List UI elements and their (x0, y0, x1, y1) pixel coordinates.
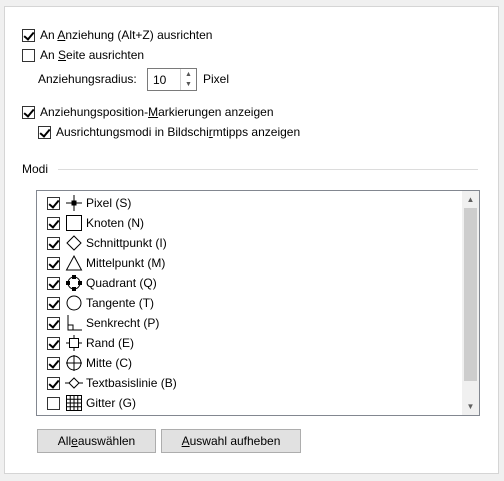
mode-item-perpendicular[interactable]: Senkrecht (P) (47, 314, 159, 332)
select-all-button[interactable]: All e auswählen (37, 429, 156, 453)
mode-intersection-checkbox[interactable] (47, 236, 60, 250)
mode-item-text-baseline[interactable]: Textbasislinie (B) (47, 374, 177, 392)
snap-radius-spinner[interactable]: 10 ▲ ▼ (147, 68, 197, 91)
modes-section-title: Modi (22, 162, 49, 176)
spinner-up-icon[interactable]: ▲ (181, 69, 196, 79)
pixel-icon (65, 194, 83, 212)
mode-edge-label: Rand (E) (86, 336, 135, 350)
deselect-all-button[interactable]: Auswahl aufheben (161, 429, 301, 453)
mode-edge-checkbox[interactable] (47, 336, 60, 350)
mode-item-grid[interactable]: Gitter (G) (47, 394, 136, 412)
mode-item-pixel[interactable]: Pixel (S) (47, 194, 131, 212)
midpoint-icon (65, 254, 83, 272)
mode-grid-label: Gitter (G) (86, 396, 136, 410)
section-divider (58, 169, 478, 170)
mode-item-midpoint[interactable]: Mittelpunkt (M) (47, 254, 165, 272)
mode-intersection-label: Schnittpunkt (I) (86, 236, 167, 250)
mode-item-tangent[interactable]: Tangente (T) (47, 294, 154, 312)
snap-radius-unit: Pixel (203, 72, 230, 86)
modes-list-scrollbar[interactable]: ▲ ▼ (462, 191, 479, 415)
mode-perpendicular-checkbox[interactable] (47, 316, 60, 330)
mode-pixel-checkbox[interactable] (47, 196, 60, 210)
center-icon (65, 354, 83, 372)
grid-icon (65, 394, 83, 412)
snap-to-page-label: An Seite ausrichten (40, 48, 145, 62)
edge-icon (65, 334, 83, 352)
mode-node-label: Knoten (N) (86, 216, 145, 230)
show-markers-option[interactable]: Anziehungsposition-Markierungen anzeigen (22, 105, 274, 119)
mode-center-checkbox[interactable] (47, 356, 60, 370)
mode-tangent-checkbox[interactable] (47, 296, 60, 310)
snap-radius-value[interactable]: 10 (153, 73, 166, 87)
scroll-up-icon[interactable]: ▲ (462, 191, 479, 208)
scroll-down-icon[interactable]: ▼ (462, 398, 479, 415)
mode-pixel-label: Pixel (S) (86, 196, 132, 210)
snap-radius-label: Anziehungsradius: (38, 72, 137, 86)
tangent-icon (65, 294, 83, 312)
spinner-down-icon[interactable]: ▼ (181, 79, 196, 89)
mode-item-edge[interactable]: Rand (E) (47, 334, 134, 352)
modes-list[interactable]: Pixel (S) Knoten (N) Schnittpunkt (I) Mi… (36, 190, 480, 416)
mode-node-checkbox[interactable] (47, 216, 60, 230)
snap-to-page-option[interactable]: An Seite ausrichten (22, 48, 144, 62)
mode-item-node[interactable]: Knoten (N) (47, 214, 144, 232)
mode-perpendicular-label: Senkrecht (P) (86, 316, 160, 330)
show-markers-label: Anziehungsposition-Markierungen anzeigen (40, 105, 274, 119)
mode-tangent-label: Tangente (T) (86, 296, 155, 310)
intersection-icon (65, 234, 83, 252)
mode-item-center[interactable]: Mitte (C) (47, 354, 132, 372)
mode-item-quadrant[interactable]: Quadrant (Q) (47, 274, 157, 292)
snap-to-object-option[interactable]: An Anziehung (Alt+Z) ausrichten (22, 28, 212, 42)
quadrant-icon (65, 274, 83, 292)
snap-to-object-label: An Anziehung (Alt+Z) ausrichten (40, 28, 213, 42)
mode-item-intersection[interactable]: Schnittpunkt (I) (47, 234, 167, 252)
snap-to-object-checkbox[interactable] (22, 28, 35, 42)
mode-midpoint-checkbox[interactable] (47, 256, 60, 270)
scrollbar-thumb[interactable] (464, 208, 477, 381)
node-icon (65, 214, 83, 232)
perpendicular-icon (65, 314, 83, 332)
show-markers-checkbox[interactable] (22, 105, 35, 119)
mode-center-label: Mitte (C) (86, 356, 132, 370)
show-tooltips-option[interactable]: Ausrichtungsmodi in Bildschirmtipps anze… (38, 125, 300, 139)
mode-quadrant-label: Quadrant (Q) (86, 276, 157, 290)
snap-to-page-checkbox[interactable] (22, 48, 35, 62)
mode-text-baseline-label: Textbasislinie (B) (86, 376, 177, 390)
text-baseline-icon (65, 374, 83, 392)
mode-text-baseline-checkbox[interactable] (47, 376, 60, 390)
mode-quadrant-checkbox[interactable] (47, 276, 60, 290)
show-tooltips-label: Ausrichtungsmodi in Bildschirmtipps anze… (56, 125, 301, 139)
mode-grid-checkbox[interactable] (47, 396, 60, 410)
mode-midpoint-label: Mittelpunkt (M) (86, 256, 166, 270)
show-tooltips-checkbox[interactable] (38, 125, 51, 139)
